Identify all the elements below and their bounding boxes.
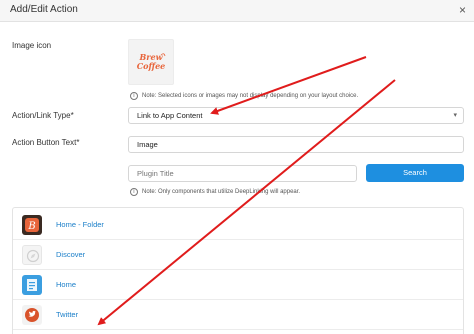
search-note-text: Note: Only components that utilize DeepL… [142,189,301,195]
action-button-text-label-text: Action Button Text [12,138,77,147]
action-link-type-value: Link to App Content [137,111,203,120]
list-item-label: Twitter [56,310,79,319]
list-item-label: Home [56,280,77,289]
action-button-text-input[interactable]: Image [128,136,464,153]
twitter-icon [22,305,42,325]
list-item[interactable]: Home [13,270,463,300]
svg-text:Coffee: Coffee [137,61,166,71]
image-icon-note: i Note: Selected icons or images may not… [130,92,358,100]
svg-text:B: B [27,221,35,232]
search-note: i Note: Only components that utilize Dee… [130,188,300,196]
folder-app-icon: B [22,215,42,235]
image-icon-label: Image icon [12,41,52,50]
action-button-text-label: Action Button Text* [12,138,79,147]
action-link-type-select[interactable]: Link to App Content ▾ [128,107,464,124]
chevron-down-icon: ▾ [453,112,457,119]
close-icon[interactable]: × [459,2,466,18]
discover-icon [22,245,42,265]
action-link-type-label-text: Action/Link Type [12,111,71,120]
dialog-header: Add/Edit Action × [0,0,474,22]
list-item[interactable]: Discover [13,240,463,270]
action-link-type-label: Action/Link Type* [12,111,74,120]
required-mark: * [76,138,80,147]
required-mark: * [70,111,74,120]
list-item[interactable]: B Home - Folder [13,210,463,240]
home-app-icon [22,275,42,295]
brew-coffee-logo-icon: Brew Coffee [137,52,166,71]
plugin-list: B Home - Folder Discover Home Twitter [12,207,464,334]
add-edit-action-dialog: Add/Edit Action × Image icon Brew Coffee… [0,0,474,334]
plugin-search-input[interactable] [128,165,357,182]
annotation-arrow [210,56,367,115]
info-icon: i [130,188,138,196]
search-button[interactable]: Search [366,164,464,182]
list-item-label: Discover [56,250,86,259]
image-icon-picker[interactable]: Brew Coffee [128,39,174,85]
list-item-label: Home - Folder [56,220,104,229]
list-item[interactable]: Twitter [13,300,463,330]
image-icon-note-text: Note: Selected icons or images may not d… [142,93,359,99]
info-icon: i [130,92,138,100]
action-button-text-value: Image [137,140,158,149]
dialog-title: Add/Edit Action [10,4,78,15]
